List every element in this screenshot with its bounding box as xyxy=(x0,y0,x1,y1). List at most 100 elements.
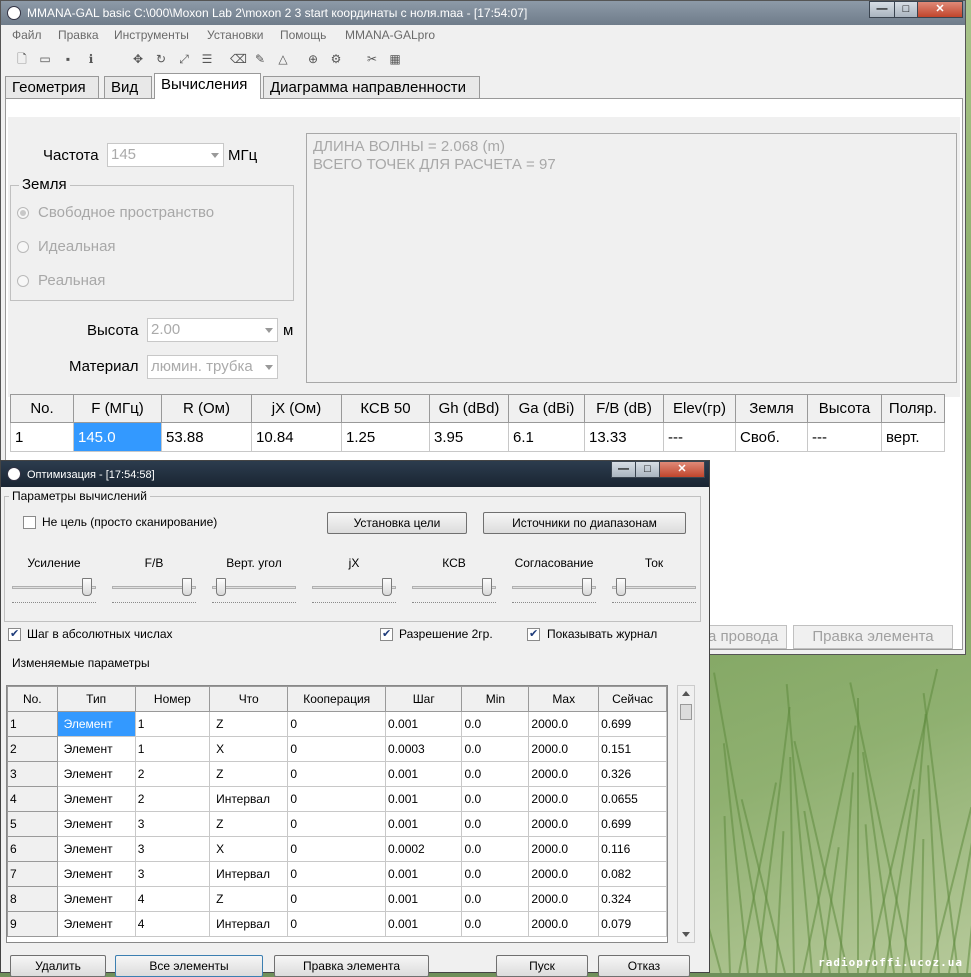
show-log-checkbox[interactable] xyxy=(527,627,540,641)
params-cell[interactable]: 0.001 xyxy=(385,911,463,937)
radio-ideal[interactable] xyxy=(17,241,29,253)
maximize-button[interactable]: □ xyxy=(894,1,918,18)
params-row[interactable]: 4 Элемент 2 Интервал 0 0.001 0.0 2000.0 0.0655 xyxy=(7,786,667,812)
params-cell[interactable]: 0.001 xyxy=(385,761,463,787)
params-cell[interactable]: 0.001 xyxy=(385,811,463,837)
results-cell-selected[interactable]: 145.0 xyxy=(73,422,162,452)
set-target-button[interactable]: Установка цели xyxy=(327,512,467,534)
params-cell[interactable]: 0.0 xyxy=(461,886,530,912)
scale-icon[interactable]: ⤢ xyxy=(177,52,191,66)
params-row-number[interactable]: 2 xyxy=(7,736,58,762)
results-cell[interactable]: 6.1 xyxy=(508,422,585,452)
slider-thumb[interactable] xyxy=(482,578,493,596)
tab-view[interactable]: Вид xyxy=(104,76,152,98)
params-cell[interactable]: 0.0 xyxy=(461,836,530,862)
params-cell[interactable]: Z xyxy=(209,886,289,912)
params-cell[interactable]: 2000.0 xyxy=(528,811,600,837)
optimization-titlebar[interactable]: Оптимизация - [17:54:58] — □ ✕ xyxy=(1,461,709,487)
params-cell[interactable]: 2 xyxy=(134,761,211,787)
params-cell[interactable]: 2000.0 xyxy=(528,836,600,862)
rotate-icon[interactable]: ↻ xyxy=(154,52,168,66)
params-cell[interactable]: 0.699 xyxy=(598,711,667,737)
slider-thumb[interactable] xyxy=(182,578,193,596)
params-cell[interactable]: 2000.0 xyxy=(528,886,600,912)
slider-thumb[interactable] xyxy=(215,578,226,596)
save-icon[interactable]: ▪ xyxy=(61,52,75,66)
params-cell[interactable]: 0.326 xyxy=(598,761,667,787)
params-cell[interactable]: 0.0 xyxy=(461,911,530,937)
params-row-number[interactable]: 4 xyxy=(7,786,58,812)
target-icon[interactable]: ⊕ xyxy=(306,52,320,66)
resolution-checkbox[interactable] xyxy=(380,627,393,641)
height-combo[interactable]: 2.00 xyxy=(147,318,278,342)
params-cell[interactable]: 2000.0 xyxy=(528,711,600,737)
params-row-number[interactable]: 8 xyxy=(7,886,58,912)
params-cell[interactable]: 0.082 xyxy=(598,861,667,887)
results-cell[interactable]: 1.25 xyxy=(341,422,430,452)
scroll-up-icon[interactable] xyxy=(682,691,690,696)
params-row[interactable]: 5 Элемент 3 Z 0 0.001 0.0 2000.0 0.699 xyxy=(7,811,667,837)
wire-edit-button[interactable]: а провода xyxy=(707,625,787,649)
params-row-number[interactable]: 3 xyxy=(7,761,58,787)
slider-thumb[interactable] xyxy=(382,578,393,596)
cancel-button[interactable]: Отказ xyxy=(598,955,690,977)
params-cell[interactable]: 0 xyxy=(287,711,387,737)
params-cell[interactable]: 2000.0 xyxy=(528,736,600,762)
params-cell[interactable]: Интервал xyxy=(209,786,289,812)
menu-tools[interactable]: Инструменты xyxy=(114,28,189,42)
info-icon[interactable]: ℹ xyxy=(84,52,98,66)
results-cell[interactable]: 53.88 xyxy=(161,422,252,452)
params-cell[interactable]: 0 xyxy=(287,886,387,912)
params-row[interactable]: 7 Элемент 3 Интервал 0 0.001 0.0 2000.0 0.082 xyxy=(7,861,667,887)
params-cell[interactable]: Элемент xyxy=(56,711,136,737)
params-cell[interactable]: 0.0002 xyxy=(385,836,463,862)
close-button[interactable]: ✕ xyxy=(659,461,705,478)
results-cell[interactable]: --- xyxy=(663,422,736,452)
params-cell[interactable]: 4 xyxy=(134,911,211,937)
slider-thumb[interactable] xyxy=(582,578,593,596)
slider-thumb[interactable] xyxy=(82,578,93,596)
tab-pattern[interactable]: Диаграмма направленности xyxy=(263,76,480,98)
params-cell[interactable]: 0 xyxy=(287,811,387,837)
params-cell[interactable]: Интервал xyxy=(209,911,289,937)
params-cell[interactable]: Z xyxy=(209,711,289,737)
params-row[interactable]: 8 Элемент 4 Z 0 0.001 0.0 2000.0 0.324 xyxy=(7,886,667,912)
params-cell[interactable]: 0.0655 xyxy=(598,786,667,812)
frequency-combo[interactable]: 145 xyxy=(107,143,224,167)
results-cell[interactable]: Своб. xyxy=(735,422,808,452)
params-cell[interactable]: Элемент xyxy=(56,761,136,787)
maximize-button[interactable]: □ xyxy=(635,461,660,478)
edit-element-button[interactable]: Правка элемента xyxy=(274,955,429,977)
params-row[interactable]: 2 Элемент 1 X 0 0.0003 0.0 2000.0 0.151 xyxy=(7,736,667,762)
params-cell[interactable]: 2000.0 xyxy=(528,861,600,887)
params-cell[interactable]: 2000.0 xyxy=(528,761,600,787)
params-cell[interactable]: 0.324 xyxy=(598,886,667,912)
params-cell[interactable]: Интервал xyxy=(209,861,289,887)
element-edit-button-bg[interactable]: Правка элемента xyxy=(793,625,953,649)
no-target-checkbox[interactable] xyxy=(23,516,36,529)
params-cell[interactable]: 4 xyxy=(134,886,211,912)
pencil-icon[interactable]: ✎ xyxy=(253,52,267,66)
results-cell[interactable]: --- xyxy=(807,422,882,452)
slider-thumb[interactable] xyxy=(615,578,626,596)
params-cell[interactable]: Элемент xyxy=(56,811,136,837)
material-combo[interactable]: люмин. трубка xyxy=(147,355,278,379)
open-folder-icon[interactable]: ▭ xyxy=(38,52,52,66)
params-cell[interactable]: 2 xyxy=(134,786,211,812)
delete-button[interactable]: Удалить xyxy=(10,955,106,977)
scroll-thumb[interactable] xyxy=(680,704,692,720)
params-cell[interactable]: 0.001 xyxy=(385,886,463,912)
new-file-icon[interactable]: 🗋 xyxy=(15,52,29,66)
menu-settings[interactable]: Установки xyxy=(207,28,263,42)
params-cell[interactable]: Z xyxy=(209,761,289,787)
abs-step-checkbox[interactable] xyxy=(8,627,21,641)
results-cell[interactable]: 13.33 xyxy=(584,422,664,452)
params-cell[interactable]: 3 xyxy=(134,836,211,862)
params-cell[interactable]: X xyxy=(209,736,289,762)
params-cell[interactable]: 1 xyxy=(134,736,211,762)
minimize-button[interactable]: — xyxy=(611,461,636,478)
move-icon[interactable]: ✥ xyxy=(131,52,145,66)
tab-calculations[interactable]: Вычисления xyxy=(154,73,261,99)
params-cell[interactable]: 0.0 xyxy=(461,711,530,737)
params-cell[interactable]: Элемент xyxy=(56,736,136,762)
